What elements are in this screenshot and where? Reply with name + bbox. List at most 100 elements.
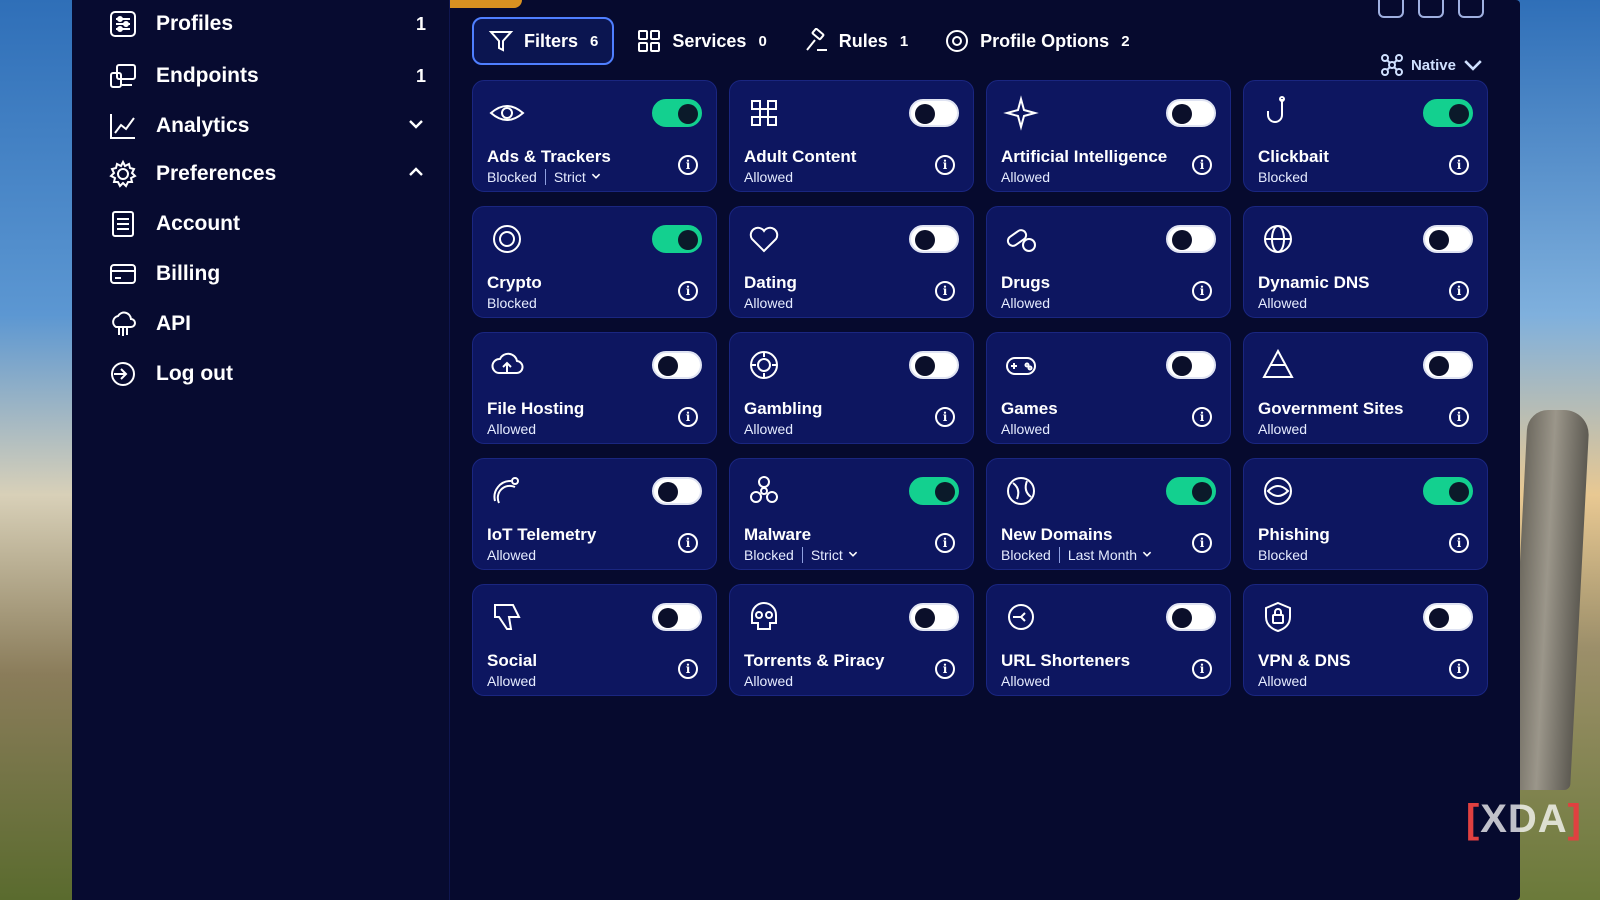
info-icon[interactable]: i	[935, 533, 955, 553]
toggle-switch[interactable]	[1166, 99, 1216, 127]
filter-status-row: Blocked	[1258, 169, 1308, 185]
info-icon[interactable]: i	[1192, 533, 1212, 553]
toggle-switch[interactable]	[652, 477, 702, 505]
sidebar: Profiles 1 Endpoints 1 Analytics Prefere…	[72, 0, 450, 900]
toggle-switch[interactable]	[909, 351, 959, 379]
filter-status-row: Blocked Strict	[487, 169, 602, 185]
sidebar-item-profiles[interactable]: Profiles 1	[106, 6, 426, 42]
filter-card-phishing: Phishing Blocked i	[1243, 458, 1488, 570]
filter-level-dropdown[interactable]: Last Month	[1058, 547, 1153, 563]
filter-status: Allowed	[1001, 169, 1051, 185]
toggle-switch[interactable]	[1423, 225, 1473, 253]
toggle-switch[interactable]	[909, 477, 959, 505]
toggle-switch[interactable]	[1423, 603, 1473, 631]
toolbar-icons	[1364, 0, 1484, 18]
hook-icon	[1260, 95, 1298, 133]
filter-level-dropdown[interactable]: Strict	[544, 169, 602, 185]
toggle-knob	[1192, 482, 1212, 502]
toggle-switch[interactable]	[652, 351, 702, 379]
info-icon[interactable]: i	[1192, 281, 1212, 301]
info-icon[interactable]: i	[935, 155, 955, 175]
sidebar-item-account[interactable]: Account	[106, 206, 426, 242]
info-icon[interactable]: i	[678, 281, 698, 301]
sidebar-item-api[interactable]: API	[106, 306, 426, 342]
toggle-switch[interactable]	[1166, 351, 1216, 379]
info-icon[interactable]: i	[935, 659, 955, 679]
info-icon[interactable]: i	[678, 407, 698, 427]
toggle-switch[interactable]	[909, 99, 959, 127]
info-icon[interactable]: i	[1449, 407, 1469, 427]
toggle-switch[interactable]	[1423, 351, 1473, 379]
main-content: Filters 6 Services 0 Rules 1 Profile Opt…	[450, 0, 1520, 900]
grid-icon	[638, 30, 661, 52]
link-shrink-icon	[1003, 599, 1041, 637]
filter-status: Allowed	[744, 169, 794, 185]
duplicate-icon[interactable]	[1378, 0, 1404, 18]
filter-status-row: Allowed	[1258, 421, 1307, 437]
sidebar-item-preferences[interactable]: Preferences	[106, 156, 426, 192]
network-icon	[1380, 54, 1403, 76]
download-icon[interactable]	[1458, 0, 1484, 18]
filter-card-gambling: Gambling Allowed i	[729, 332, 974, 444]
tab-rules[interactable]: Rules 1	[789, 17, 922, 65]
chevron-up-icon[interactable]	[406, 162, 426, 187]
filter-card-dynamic-dns: Dynamic DNS Allowed i	[1243, 206, 1488, 318]
filter-status: Allowed	[1258, 295, 1308, 311]
tab-filters[interactable]: Filters 6	[472, 17, 615, 65]
info-icon[interactable]: i	[678, 533, 698, 553]
trash-icon[interactable]	[1418, 0, 1444, 18]
filter-name: Gambling	[744, 399, 823, 418]
mode-selector[interactable]: Native	[1379, 52, 1492, 78]
satellite-dish-icon	[489, 473, 527, 511]
toggle-knob	[915, 104, 935, 124]
filter-card-social: Social Allowed i	[472, 584, 717, 696]
toggle-switch[interactable]	[1166, 477, 1216, 505]
sparkle-icon	[1003, 95, 1041, 133]
credit-card-icon	[106, 257, 140, 291]
tab-profile-options[interactable]: Profile Options 2	[930, 17, 1143, 65]
sidebar-item-label: API	[156, 312, 192, 335]
toggle-knob	[678, 104, 698, 124]
sidebar-item-endpoints[interactable]: Endpoints 1	[106, 58, 426, 94]
filter-status-row: Allowed	[487, 673, 536, 689]
info-icon[interactable]: i	[1449, 281, 1469, 301]
toggle-knob	[1449, 104, 1469, 124]
toggle-switch[interactable]	[1166, 225, 1216, 253]
tab-count: 1	[899, 32, 909, 50]
info-icon[interactable]: i	[678, 659, 698, 679]
filter-name: Games	[1001, 399, 1058, 418]
filter-level-label: Last Month	[1067, 547, 1138, 563]
info-icon[interactable]: i	[1449, 533, 1469, 553]
app-window: Profiles 1 Endpoints 1 Analytics Prefere…	[72, 0, 1520, 900]
toggle-knob	[1429, 356, 1449, 376]
toggle-knob	[935, 482, 955, 502]
filter-level-dropdown[interactable]: Strict	[801, 547, 859, 563]
info-icon[interactable]: i	[1192, 659, 1212, 679]
info-icon[interactable]: i	[935, 407, 955, 427]
toggle-switch[interactable]	[909, 225, 959, 253]
toggle-switch[interactable]	[909, 603, 959, 631]
thumbs-down-icon	[489, 599, 527, 637]
sidebar-item-analytics[interactable]: Analytics	[106, 108, 426, 144]
devices-icon	[106, 59, 140, 93]
filter-name: Drugs	[1001, 273, 1051, 292]
sidebar-item-label: Analytics	[156, 114, 250, 137]
info-icon[interactable]: i	[935, 281, 955, 301]
info-icon[interactable]: i	[1449, 155, 1469, 175]
toggle-switch[interactable]	[1423, 99, 1473, 127]
toggle-switch[interactable]	[652, 99, 702, 127]
toggle-switch[interactable]	[652, 603, 702, 631]
toggle-switch[interactable]	[1423, 477, 1473, 505]
info-icon[interactable]: i	[678, 155, 698, 175]
sidebar-item-billing[interactable]: Billing	[106, 256, 426, 292]
tab-count: 0	[758, 32, 767, 50]
chevron-down-icon[interactable]	[406, 114, 426, 139]
sidebar-item-logout[interactable]: Log out	[106, 356, 426, 392]
info-icon[interactable]: i	[1192, 155, 1212, 175]
info-icon[interactable]: i	[1449, 659, 1469, 679]
toggle-switch[interactable]	[652, 225, 702, 253]
info-icon[interactable]: i	[1192, 407, 1212, 427]
toggle-switch[interactable]	[1166, 603, 1216, 631]
tab-services[interactable]: Services 0	[622, 17, 780, 65]
chevron-down-icon	[843, 547, 859, 563]
